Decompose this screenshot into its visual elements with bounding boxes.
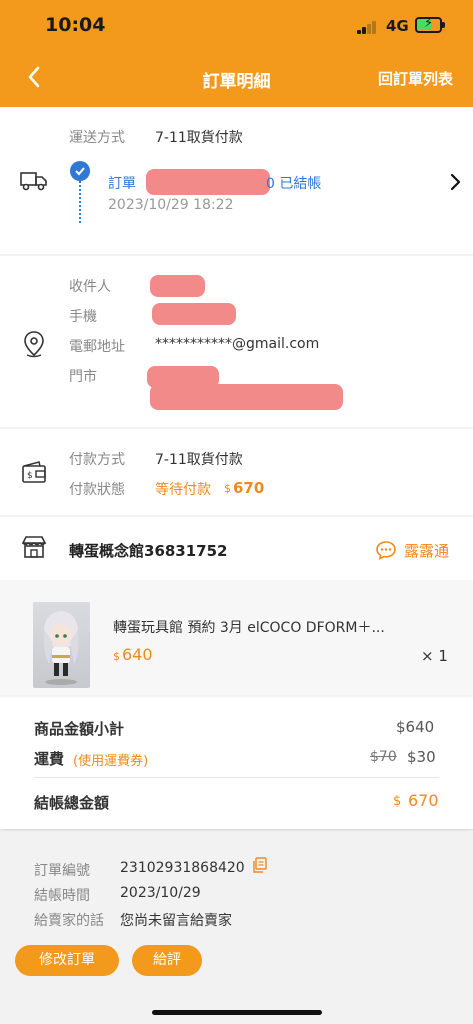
checkout-time-value: 2023/10/29 — [120, 885, 201, 901]
total-currency: $ — [393, 794, 402, 809]
payment-status-value: 等待付款 — [155, 482, 211, 498]
delivery-method-value: 7-11取貨付款 — [155, 130, 243, 146]
shipping-coupon-note: (使用運費券) — [73, 754, 149, 769]
order-number-value: 23102931868420 — [120, 860, 245, 876]
redacted-recipient-name — [150, 275, 205, 297]
redacted-store-address — [150, 384, 343, 410]
summary-divider — [34, 777, 439, 778]
order-status-time: 2023/10/29 18:22 — [108, 197, 234, 213]
product-title: 轉蛋玩具館 預約 3月 elCOCO DFORM＋... — [113, 620, 385, 636]
subtotal-label: 商品金額小計 — [34, 720, 125, 738]
email-label: 電郵地址 — [69, 339, 125, 355]
delivery-method-label: 運送方式 — [69, 130, 125, 146]
truck-icon — [20, 172, 47, 191]
order-number-label: 訂單編號 — [34, 863, 90, 879]
network-label: 4G — [386, 17, 409, 35]
wallet-icon: $ — [22, 461, 46, 483]
order-status-prefix: 訂單 — [108, 176, 136, 192]
chevron-right-icon[interactable] — [448, 172, 464, 192]
payment-method-value: 7-11取貨付款 — [155, 452, 243, 468]
product-quantity: × 1 — [421, 647, 448, 665]
product-thumbnail — [33, 602, 90, 688]
message-value: 您尚未留言給賣家 — [120, 913, 232, 929]
total-label: 結帳總金額 — [34, 794, 110, 812]
product-price: 640 — [122, 645, 153, 664]
email-value: ***********@gmail.com — [155, 336, 320, 352]
payment-method-label: 付款方式 — [69, 452, 125, 468]
timeline-line — [79, 181, 81, 223]
checkout-time-label: 結帳時間 — [34, 888, 90, 904]
message-label: 給賣家的話 — [34, 913, 104, 929]
location-pin-icon — [24, 331, 44, 358]
header-bar: 10:04 4G ⚡ 訂單明細 回訂單列表 — [0, 0, 473, 107]
status-time: 10:04 — [45, 14, 106, 36]
back-to-order-list-link[interactable]: 回訂單列表 — [378, 68, 453, 89]
store-label: 門市 — [69, 369, 97, 385]
payment-currency: $ — [224, 482, 231, 495]
redacted-phone — [152, 303, 236, 325]
total-value: 670 — [408, 791, 439, 810]
product-currency: $ — [113, 650, 120, 663]
phone-label: 手機 — [69, 309, 97, 325]
copy-icon[interactable] — [251, 856, 269, 874]
check-circle-icon — [70, 161, 90, 181]
shipping-value: $30 — [407, 748, 436, 766]
recipient-name-label: 收件人 — [69, 279, 111, 295]
edit-order-button[interactable]: 修改訂單 — [15, 945, 119, 976]
shipping-original-price: $70 — [370, 749, 397, 765]
subtotal-value: $640 — [396, 718, 435, 736]
payment-amount: 670 — [233, 479, 265, 497]
order-status-suffix: 0 已結帳 — [266, 176, 322, 192]
svg-text:$: $ — [27, 471, 33, 481]
chat-icon[interactable] — [375, 540, 397, 560]
store-icon — [21, 536, 47, 558]
home-indicator — [152, 1010, 322, 1015]
review-button[interactable]: 給評 — [132, 945, 202, 976]
battery-icon: ⚡ — [415, 16, 445, 33]
chat-seller-link[interactable]: 露露通 — [404, 540, 449, 561]
payment-section — [0, 429, 473, 515]
shipping-label: 運費 — [34, 750, 65, 768]
signal-icon — [357, 20, 379, 34]
payment-status-label: 付款狀態 — [69, 482, 125, 498]
shop-name[interactable]: 轉蛋概念館36831752 — [69, 540, 228, 561]
redacted-order-number — [146, 169, 270, 195]
